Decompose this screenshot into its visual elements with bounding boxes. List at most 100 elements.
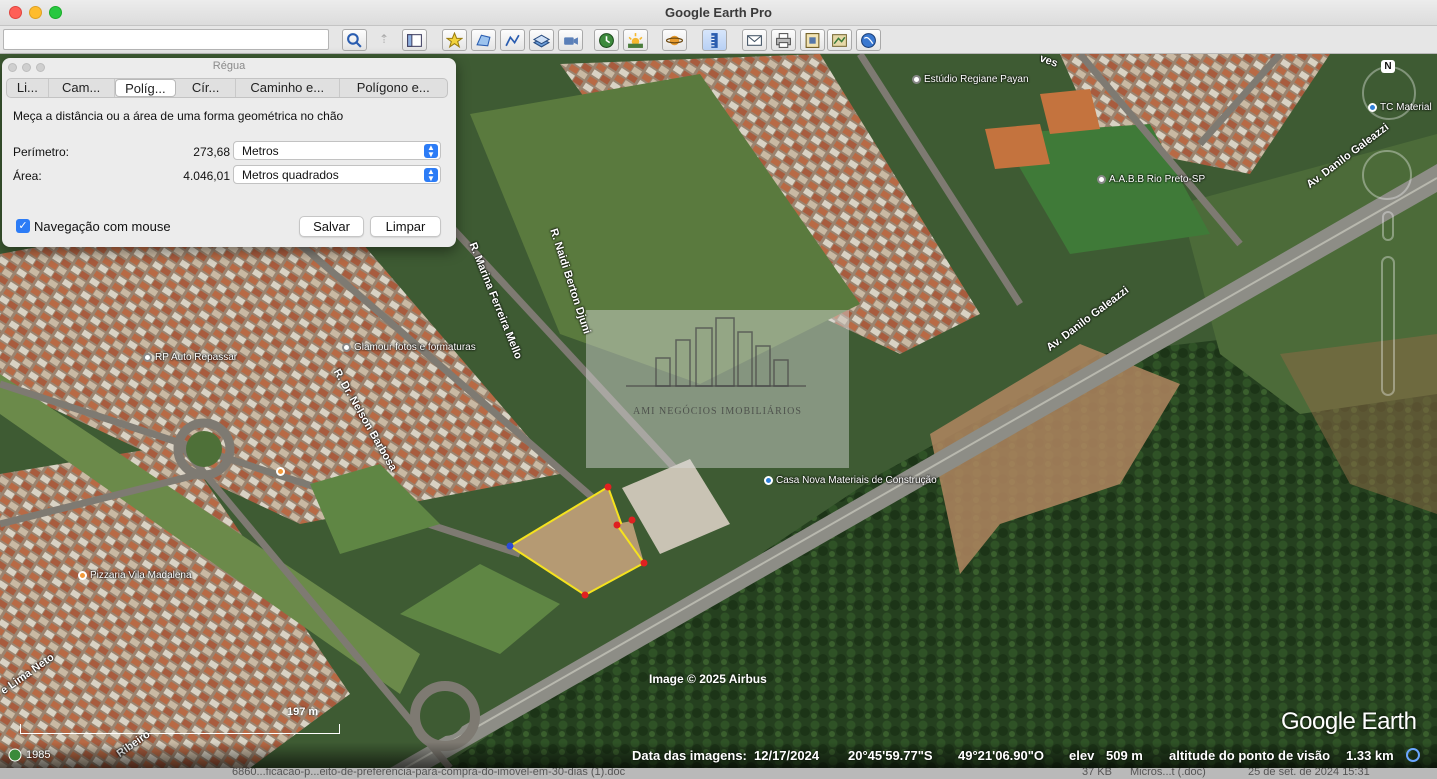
mouse-navigation-checkbox[interactable]: ✓ — [16, 219, 30, 233]
sunlight-icon — [628, 32, 643, 48]
imagery-date-label: Data das imagens: — [632, 748, 747, 763]
tab-circle[interactable]: Cír... — [176, 79, 236, 97]
title-bar: Google Earth Pro — [0, 0, 1437, 26]
planets-button[interactable] — [662, 29, 687, 51]
watermark-text: AMI NEGÓCIOS IMOBILIÁRIOS — [633, 406, 802, 417]
email-icon — [747, 34, 762, 46]
area-value: 4.046,01 — [183, 169, 230, 183]
area-unit: Metros quadrados — [242, 168, 339, 182]
imagery-copyright: Image © 2025 Airbus — [649, 672, 767, 686]
file-name: 6860...ficacao-p...eito-de-preferencia-p… — [232, 768, 626, 778]
search-icon — [347, 32, 362, 48]
clear-button[interactable]: Limpar — [370, 216, 441, 237]
poi-icon — [143, 352, 152, 362]
save-button[interactable]: Salvar — [299, 216, 364, 237]
add-path-button[interactable] — [500, 29, 525, 51]
poi-icon — [1097, 174, 1106, 184]
streaming-indicator-icon — [1406, 748, 1420, 762]
record-tour-icon — [564, 36, 578, 45]
sunlight-button[interactable] — [623, 29, 648, 51]
tab-3d-polygon[interactable]: Polígono e... — [340, 79, 448, 97]
tab-path[interactable]: Cam... — [49, 79, 115, 97]
measure-tabs: Li... Cam... Políg... Cír... Caminho e..… — [6, 78, 448, 98]
chevron-updown-icon: ▲ ▼ — [424, 168, 438, 183]
view-in-maps-button[interactable] — [827, 29, 852, 51]
planets-icon — [666, 35, 683, 45]
status-bar: 1985 Data das imagens: 12/17/2024 20°45'… — [0, 742, 1437, 768]
area-label: Área: — [13, 169, 42, 183]
add-polygon-button[interactable] — [471, 29, 496, 51]
tab-line[interactable]: Li... — [7, 79, 49, 97]
path-icon — [505, 34, 520, 46]
earth-view-button[interactable] — [856, 29, 881, 51]
poi-label: Glamour fotos e formaturas — [354, 342, 476, 353]
poi-studio[interactable]: Estúdio Regiane Payan — [912, 74, 1029, 85]
poi-icon — [912, 74, 921, 84]
map-icon — [832, 33, 847, 47]
history-year: 1985 — [26, 749, 51, 761]
historical-imagery-button[interactable] — [594, 29, 619, 51]
elevation: 509 m — [1106, 748, 1143, 763]
imagery-date: 12/17/2024 — [754, 748, 820, 763]
restaurant-icon — [276, 466, 285, 476]
globe-icon[interactable] — [8, 748, 22, 762]
poi-restaurant[interactable] — [276, 466, 288, 477]
poi-label: RP Auto Repassar — [155, 352, 238, 363]
polygon-icon — [476, 34, 491, 46]
perimeter-label: Perímetro: — [13, 145, 70, 159]
poi-pizzaria[interactable]: Pizzaria Vila Madalena — [78, 570, 192, 581]
poi-label: Casa Nova Materiais de Construção — [776, 475, 937, 486]
poi-icon — [342, 342, 351, 352]
email-button[interactable] — [742, 29, 767, 51]
street-view-pegman-icon[interactable] — [1382, 211, 1394, 241]
tab-3d-path[interactable]: Caminho e... — [236, 79, 340, 97]
move-control[interactable] — [1362, 150, 1412, 200]
ruler-title: Régua — [212, 60, 246, 72]
background-finder-row: 6860...ficacao-p...eito-de-preferencia-p… — [0, 768, 1437, 779]
poi-label: A.A.B.B Rio Preto-SP — [1109, 174, 1206, 185]
poi-glamour[interactable]: Glamour fotos e formaturas — [342, 342, 476, 353]
historical-imagery-icon — [599, 32, 614, 48]
poi-aabb[interactable]: A.A.B.B Rio Preto-SP — [1097, 174, 1205, 185]
buildings-icon — [626, 317, 806, 387]
look-control[interactable] — [1362, 66, 1416, 120]
elevation-label: elev — [1069, 748, 1095, 763]
sidebar-toggle-button[interactable] — [402, 29, 427, 51]
record-tour-button[interactable] — [558, 29, 583, 51]
collapse-icon[interactable]: ⇡ — [379, 32, 389, 46]
search-button[interactable] — [342, 29, 367, 51]
latitude: 20°45'59.77"S — [848, 748, 933, 763]
add-overlay-button[interactable] — [529, 29, 554, 51]
toolbar: ⇡ — [0, 26, 1437, 54]
mouse-navigation-label: Navegação com mouse — [34, 219, 171, 234]
add-placemark-button[interactable] — [442, 29, 467, 51]
save-image-icon — [805, 32, 820, 48]
tab-polygon[interactable]: Políg... — [114, 79, 177, 97]
eye-altitude-label: altitude do ponto de visão — [1169, 748, 1331, 763]
file-size: 37 KB — [1082, 768, 1112, 778]
overlay-icon — [533, 34, 550, 47]
print-button[interactable] — [771, 29, 796, 51]
perimeter-unit: Metros — [242, 144, 279, 158]
compass-north-button[interactable]: N — [1381, 60, 1395, 73]
placemark-icon — [446, 31, 463, 48]
perimeter-value: 273,68 — [193, 145, 230, 159]
search-input[interactable] — [3, 29, 329, 50]
file-date: 25 de set. de 2024 15:31 — [1248, 768, 1370, 778]
scale-bar — [20, 724, 340, 734]
sidebar-icon — [407, 33, 422, 47]
poi-rp-auto[interactable]: RP Auto Repassar — [143, 352, 237, 363]
save-image-button[interactable] — [800, 29, 825, 51]
poi-casa-nova[interactable]: Casa Nova Materiais de Construção — [764, 475, 937, 486]
chevron-updown-icon: ▲ ▼ — [424, 144, 438, 159]
perimeter-unit-select[interactable]: Metros ▲ ▼ — [233, 141, 441, 160]
ruler-button[interactable] — [702, 29, 727, 51]
restaurant-icon — [78, 570, 87, 580]
longitude: 49°21'06.90"O — [958, 748, 1045, 763]
area-unit-select[interactable]: Metros quadrados ▲ ▼ — [233, 165, 441, 184]
window-title: Google Earth Pro — [665, 5, 772, 20]
shopping-icon — [764, 475, 773, 485]
poi-label: Estúdio Regiane Payan — [924, 74, 1029, 85]
ruler-icon — [711, 32, 718, 48]
zoom-slider[interactable] — [1381, 256, 1395, 396]
